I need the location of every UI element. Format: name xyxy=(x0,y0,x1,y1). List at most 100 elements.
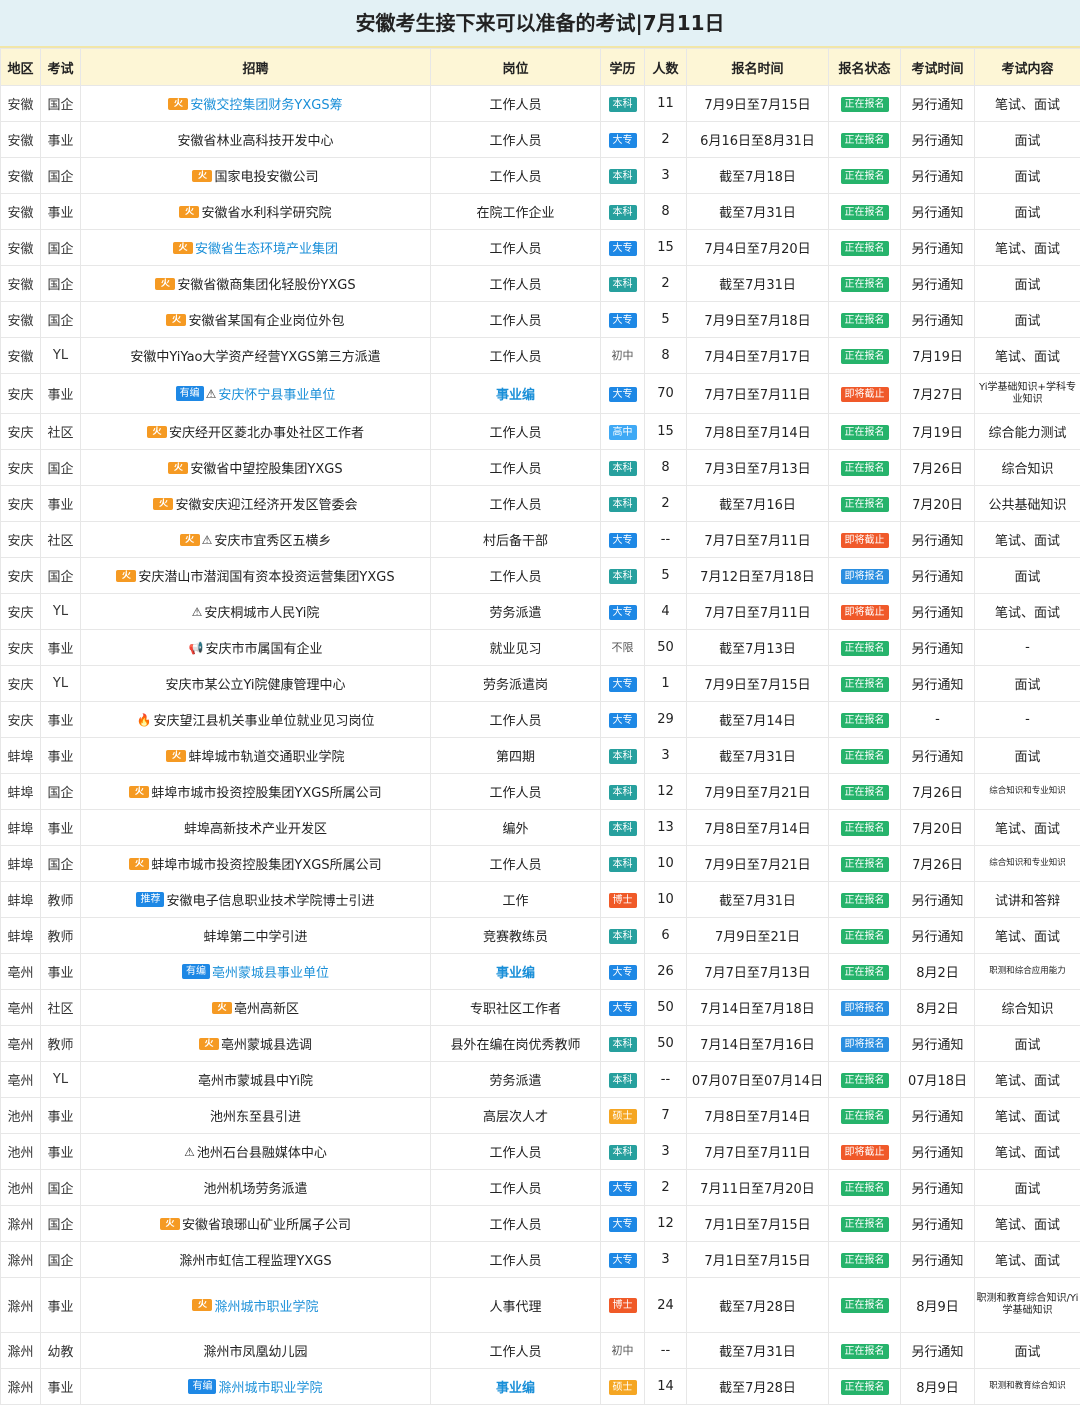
recruitment-wrap: 🔥 安庆望江县机关事业单位就业见习岗位 xyxy=(137,710,375,730)
table-row[interactable]: 池州 事业 池州东至县引进 高层次人才 硕士 7 7月8日至7月14日 正在报名 另行通知 笔试、… xyxy=(0,1097,1080,1134)
recruitment-wrap: 火亳州蒙城县选调 xyxy=(198,1034,312,1053)
table-row[interactable]: 池州 国企 池州机场劳务派遣 工作人员 大专 2 7月11日至7月20日 正在报名 另行通知 面试 xyxy=(0,1169,1080,1206)
exam-type-cell: 事业 xyxy=(40,629,81,666)
exam-time-cell: 另行通知 xyxy=(900,521,975,558)
table-row[interactable]: 池州 事业 ⚠ 池州石台县融媒体中心 工作人员 本科 3 7月7日至7月11日 即将截止 另行通知… xyxy=(0,1133,1080,1170)
exam-content-cell: 面试 xyxy=(974,737,1080,774)
table-row[interactable]: 安徽 国企 火安徽交控集团财务YXGS筹 工作人员 本科 11 7月9日至7月15日 正在报名… xyxy=(0,85,1080,122)
table-row[interactable]: 安庆 事业 🔥 安庆望江县机关事业单位就业见习岗位 工作人员 大专 29 截至7月14日 正在报… xyxy=(0,701,1080,738)
fire-icon: 火 xyxy=(192,169,213,182)
table-row[interactable]: 蚌埠 事业 蚌埠高新技术产业开发区 编外 本科 13 7月8日至7月14日 正在报名 7月20日… xyxy=(0,809,1080,846)
status-cell: 正在报名 xyxy=(828,737,901,774)
table-row[interactable]: 安徽 国企 火安徽省徽商集团化轻股份YXGS 工作人员 本科 2 截至7月31日 正在报名 另行… xyxy=(0,265,1080,302)
table-row[interactable]: 安庆 事业 有编 ⚠ 安庆怀宁县事业单位 事业编 大专 70 7月7日至7月11日 即将截止 7月2… xyxy=(0,373,1080,414)
education-badge: 本科 xyxy=(608,568,637,584)
table-row[interactable]: 安徽 国企 火安徽省某国有企业岗位外包 工作人员 大专 5 7月9日至7月18日 正在报名 另行… xyxy=(0,301,1080,338)
column-header[interactable]: 学历 xyxy=(600,48,645,86)
tag-badge: 推荐 xyxy=(136,892,165,907)
table-row[interactable]: 滁州 国企 火安徽省琅琊山矿业所属子公司 工作人员 大专 12 7月1日至7月15日 正在报名… xyxy=(0,1205,1080,1242)
education-cell: 本科 xyxy=(600,1025,645,1062)
column-header[interactable]: 地区 xyxy=(0,48,41,86)
table-row[interactable]: 蚌埠 国企 火蚌埠市城市投资控股集团YXGS所属公司 工作人员 本科 10 7月9日至7月2… xyxy=(0,845,1080,882)
column-header[interactable]: 考试内容 xyxy=(974,48,1080,86)
column-header[interactable]: 报名状态 xyxy=(828,48,901,86)
position-cell: 工作人员 xyxy=(430,1205,601,1242)
recruitment-name: 安徽电子信息职业技术学院博士引进 xyxy=(166,894,375,909)
table-row[interactable]: 安庆 国企 火安庆潜山市潜润国有资本投资运营集团YXGS 工作人员 本科 5 7月12日至7… xyxy=(0,557,1080,594)
recruitment-name[interactable]: 滁州城市职业学院 xyxy=(218,1377,322,1396)
table-row[interactable]: 安徽 国企 火安徽省生态环境产业集团 工作人员 大专 15 7月4日至7月20日 正在报名 另行… xyxy=(0,229,1080,266)
exam-time-cell: 另行通知 xyxy=(900,121,975,158)
table-row[interactable]: 安庆 事业 📢 安庆市市属国有企业 就业见习 不限 50 截至7月13日 正在报名 另行通知 - xyxy=(0,629,1080,666)
column-header[interactable]: 招聘 xyxy=(80,48,431,86)
table-row[interactable]: 安庆 社区 火 ⚠ 安庆市宜秀区五横乡 村后备干部 大专 -- 7月7日至7月11日 即将截止 另行… xyxy=(0,521,1080,558)
exam-content-cell: 面试 xyxy=(974,157,1080,194)
headcount-cell: 70 xyxy=(644,373,687,414)
column-header[interactable]: 人数 xyxy=(644,48,687,86)
table-row[interactable]: 滁州 幼教 滁州市凤凰幼儿园 工作人员 初中 -- 截至7月31日 正在报名 另行通知 面试 xyxy=(0,1332,1080,1369)
status-cell: 即将报名 xyxy=(828,989,901,1026)
status-cell: 正在报名 xyxy=(828,1368,901,1405)
table-row[interactable]: 蚌埠 教师 蚌埠第二中学引进 竞赛教练员 本科 6 7月9日至21日 正在报名 另行通知 笔试、面… xyxy=(0,917,1080,954)
education-badge: 本科 xyxy=(608,168,637,184)
education-badge: 本科 xyxy=(608,1036,637,1052)
education-cell: 本科 xyxy=(600,1133,645,1170)
table-row[interactable]: 亳州 社区 火亳州高新区 专职社区工作者 大专 50 7月14日至7月18日 即将报名 8月2日… xyxy=(0,989,1080,1026)
status-cell: 正在报名 xyxy=(828,845,901,882)
column-header[interactable]: 考试 xyxy=(40,48,81,86)
recruitment-name[interactable]: 安庆怀宁县事业单位 xyxy=(218,384,335,403)
position-cell: 竞赛教练员 xyxy=(430,917,601,954)
table-row[interactable]: 安庆 社区 火安庆经开区菱北办事处社区工作者 工作人员 高中 15 7月8日至7月14日 正在… xyxy=(0,413,1080,450)
table-row[interactable]: 蚌埠 教师 推荐 安徽电子信息职业技术学院博士引进 工作 博士 10 截至7月31日 正在报名另… xyxy=(0,881,1080,918)
recruitment-cell: 蚌埠第二中学引进 xyxy=(80,917,431,954)
position-cell: 工作人员 xyxy=(430,229,601,266)
exam-type-cell: 国企 xyxy=(40,265,81,302)
status-cell: 正在报名 xyxy=(828,1169,901,1206)
recruitment-name[interactable]: 安徽省生态环境产业集团 xyxy=(195,238,338,257)
recruitment-name: 蚌埠高新技术产业开发区 xyxy=(183,822,327,837)
column-header[interactable]: 报名时间 xyxy=(686,48,829,86)
education-badge: 本科 xyxy=(608,856,637,872)
exam-time-cell: 另行通知 xyxy=(900,229,975,266)
status-cell: 正在报名 xyxy=(828,229,901,266)
recruitment-cell: 火蚌埠市城市投资控股集团YXGS所属公司 xyxy=(80,773,431,810)
table-row[interactable]: 亳州 事业 有编 亳州蒙城县事业单位 事业编 大专 26 7月7日至7月13日 正在报名 8月2日… xyxy=(0,953,1080,990)
table-row[interactable]: 安庆 事业 火安徽安庆迎江经济开发区管委会 工作人员 本科 2 截至7月16日 正在报名 7月2… xyxy=(0,485,1080,522)
table-row[interactable]: 安庆 YL 安庆市某公立Yi院健康管理中心 劳务派遣岗 大专 1 7月9日至7月15日 正在报… xyxy=(0,665,1080,702)
recruitment-name[interactable]: 滁州城市职业学院 xyxy=(214,1296,318,1315)
table-row[interactable]: 安徽 YL 安徽中YiYao大学资产经营YXGS第三方派遣 工作人员 初中 8 7月4日至7… xyxy=(0,337,1080,374)
table-row[interactable]: 滁州 国企 滁州市虹信工程监理YXGS 工作人员 大专 3 7月1日至7月15日 正在报名 另行… xyxy=(0,1241,1080,1278)
recruitment-wrap: 火蚌埠城市轨道交通职业学院 xyxy=(166,746,345,765)
registration-time-cell: 截至7月31日 xyxy=(686,1332,829,1369)
column-header[interactable]: 岗位 xyxy=(430,48,601,86)
table-row[interactable]: 安徽 事业 火安徽省水利科学研究院 在院工作企业 本科 8 截至7月31日 正在报名 另行通知面… xyxy=(0,193,1080,230)
table-row[interactable]: 亳州 教师 火亳州蒙城县选调 县外在编在岗优秀教师 本科 50 7月14日至7月16日 即将报… xyxy=(0,1025,1080,1062)
table-row[interactable]: 滁州 事业 有编 滁州城市职业学院 事业编 硕士 14 截至7月28日 正在报名 8月9日 职测和教… xyxy=(0,1368,1080,1405)
exam-time-cell: - xyxy=(900,701,975,738)
status-badge: 正在报名 xyxy=(840,1379,889,1395)
exam-type-cell: 教师 xyxy=(40,881,81,918)
column-header[interactable]: 考试时间 xyxy=(900,48,975,86)
recruitment-name: 安徽省琅琊山矿业所属子公司 xyxy=(181,1218,351,1233)
table-row[interactable]: 安徽 国企 火国家电投安徽公司 工作人员 本科 3 截至7月18日 正在报名 另行通知 面试 xyxy=(0,157,1080,194)
table-row[interactable]: 亳州 YL 亳州市蒙城县中Yi院 劳务派遣 本科 -- 07月07日至07月14日 正在报名 0… xyxy=(0,1061,1080,1098)
education-badge: 大专 xyxy=(608,712,637,728)
status-cell: 正在报名 xyxy=(828,1241,901,1278)
recruitment-cell: 📢 安庆市市属国有企业 xyxy=(80,629,431,666)
table-row[interactable]: 蚌埠 事业 火蚌埠城市轨道交通职业学院 第四期 本科 3 截至7月31日 正在报名 另行通知 面试 xyxy=(0,737,1080,774)
education-cell: 大专 xyxy=(600,953,645,990)
registration-time-cell: 截至7月31日 xyxy=(686,737,829,774)
education-badge: 本科 xyxy=(608,1144,637,1160)
exam-type-cell: YL xyxy=(40,1061,81,1098)
recruitment-name[interactable]: 安徽交控集团财务YXGS筹 xyxy=(190,94,342,113)
table-row[interactable]: 安庆 YL ⚠ 安庆桐城市人民Yi院 劳务派遣 大专 4 7月7日至7月11日 即将截止 另行通知… xyxy=(0,593,1080,630)
recruitment-wrap: 蚌埠高新技术产业开发区 xyxy=(184,818,327,837)
recruitment-name[interactable]: 亳州蒙城县事业单位 xyxy=(212,962,329,981)
table-row[interactable]: 滁州 事业 火滁州城市职业学院 人事代理 博士 24 截至7月28日 正在报名 8月9日 职测和教… xyxy=(0,1277,1080,1333)
table-row[interactable]: 安徽 事业 安徽省林业高科技开发中心 工作人员 大专 2 6月16日至8月31日 正在报名 另行… xyxy=(0,121,1080,158)
table-row[interactable]: 安庆 国企 火安徽省中望控股集团YXGS 工作人员 本科 8 7月3日至7月13日 正在报名 7… xyxy=(0,449,1080,486)
position-cell: 第四期 xyxy=(430,737,601,774)
status-badge: 正在报名 xyxy=(840,820,889,836)
table-row[interactable]: 蚌埠 国企 火蚌埠市城市投资控股集团YXGS所属公司 工作人员 本科 12 7月9日至7月2… xyxy=(0,773,1080,810)
exam-type-cell: 事业 xyxy=(40,701,81,738)
